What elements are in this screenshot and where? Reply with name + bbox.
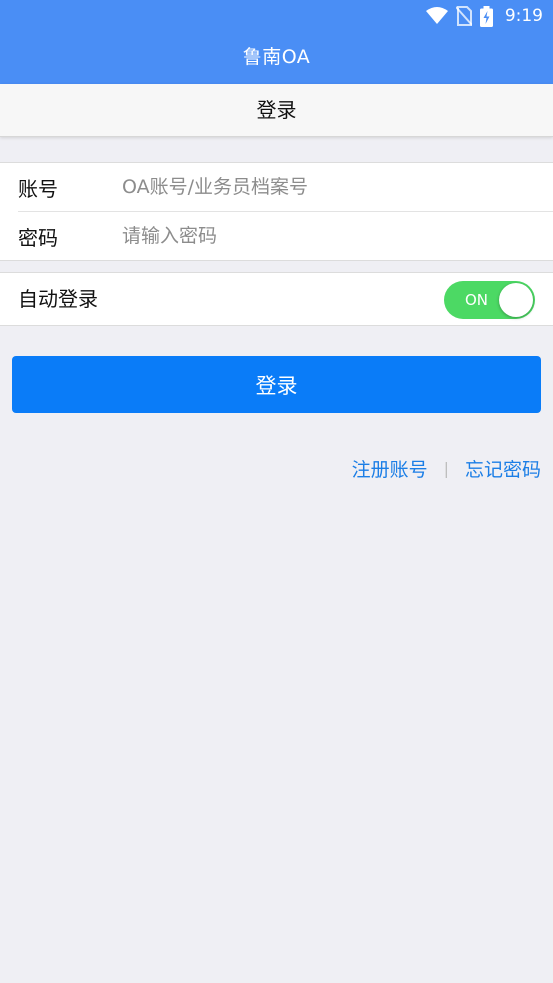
password-input[interactable] [122, 225, 522, 247]
toggle-knob [499, 283, 533, 317]
password-label: 密码 [18, 225, 58, 250]
account-links: 注册账号 | 忘记密码 [352, 452, 541, 484]
link-separator: | [443, 458, 449, 478]
register-link[interactable]: 注册账号 [352, 455, 428, 482]
account-row: 账号 [0, 163, 553, 211]
forgot-password-link[interactable]: 忘记密码 [465, 455, 541, 482]
password-row: 密码 [0, 212, 553, 260]
battery-charging-icon [479, 5, 493, 27]
auto-login-row: 自动登录 ON [0, 272, 553, 326]
app-bar: 9:19 鲁南OA [0, 0, 553, 84]
login-form: 账号 密码 [0, 162, 553, 261]
status-time: 9:19 [504, 6, 543, 26]
toggle-on-text: ON [465, 291, 489, 309]
status-bar: 9:19 [425, 4, 543, 28]
no-sim-icon [455, 6, 472, 26]
auto-login-toggle[interactable]: ON [444, 281, 535, 319]
login-button[interactable]: 登录 [12, 356, 541, 413]
wifi-icon [425, 7, 448, 25]
account-label: 账号 [18, 176, 58, 201]
app-title: 鲁南OA [242, 46, 311, 68]
auto-login-label: 自动登录 [18, 287, 98, 311]
page-title: 登录 [0, 84, 553, 137]
account-input[interactable] [122, 176, 522, 198]
